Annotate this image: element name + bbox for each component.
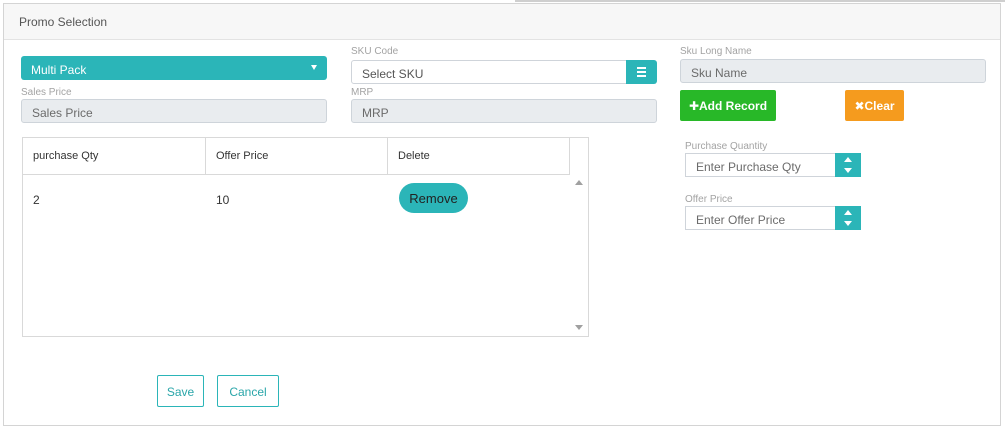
panel-title: Promo Selection	[19, 15, 108, 29]
menu-icon	[637, 67, 646, 69]
decrement-icon[interactable]	[844, 168, 852, 173]
sku-code-label: SKU Code	[351, 46, 399, 57]
increment-icon[interactable]	[844, 210, 852, 215]
add-record-label: Add Record	[699, 99, 768, 113]
sku-long-name-label: Sku Long Name	[680, 46, 752, 57]
clear-button[interactable]: ✖Clear	[845, 90, 904, 121]
offer-price-input[interactable]: Enter Offer Price	[685, 206, 837, 230]
mrp-label: MRP	[351, 87, 374, 98]
scroll-up-icon[interactable]	[575, 180, 583, 185]
promo-type-selected: Multi Pack	[31, 63, 87, 77]
remove-button[interactable]: Remove	[399, 183, 468, 213]
table-header: purchase Qty Offer Price Delete	[23, 138, 570, 175]
purchase-quantity-label: Purchase Quantity	[685, 141, 768, 152]
offer-price-stepper[interactable]	[835, 206, 861, 230]
promo-type-select[interactable]: Multi Pack	[21, 56, 327, 80]
decrement-icon[interactable]	[844, 221, 852, 226]
purchase-quantity-input[interactable]: Enter Purchase Qty	[685, 153, 837, 177]
add-record-button[interactable]: ✚Add Record	[680, 90, 776, 121]
column-offer-price: Offer Price	[206, 138, 388, 174]
sales-price-input: Sales Price	[21, 99, 327, 123]
sku-code-placeholder: Select SKU	[362, 67, 424, 81]
top-strip	[515, 0, 1005, 2]
table-scrollbar[interactable]	[570, 174, 588, 336]
mrp-placeholder: MRP	[362, 106, 389, 120]
sales-price-placeholder: Sales Price	[32, 106, 93, 120]
purchase-quantity-stepper[interactable]	[835, 153, 861, 177]
column-purchase-qty: purchase Qty	[23, 138, 206, 174]
increment-icon[interactable]	[844, 157, 852, 162]
sales-price-label: Sales Price	[21, 87, 72, 98]
clear-label: Clear	[864, 99, 895, 113]
sku-long-name-placeholder: Sku Name	[691, 66, 748, 80]
save-button[interactable]: Save	[157, 375, 204, 407]
cell-offer-price: 10	[216, 193, 230, 207]
purchase-quantity-placeholder: Enter Purchase Qty	[696, 160, 801, 174]
caret-down-icon	[311, 65, 317, 70]
header-corner	[570, 138, 588, 174]
sku-long-name-input: Sku Name	[680, 59, 986, 83]
x-icon: ✖	[854, 99, 865, 113]
promo-table: purchase Qty Offer Price Delete 2 10 Rem…	[22, 137, 589, 337]
offer-price-placeholder: Enter Offer Price	[696, 213, 786, 227]
offer-price-label: Offer Price	[685, 194, 733, 205]
panel-header: Promo Selection	[4, 4, 1000, 40]
sku-code-input[interactable]: Select SKU	[351, 60, 627, 84]
promo-selection-panel: Promo Selection Multi Pack SKU Code Sele…	[3, 3, 1001, 426]
cell-purchase-qty: 2	[33, 193, 40, 207]
scroll-down-icon[interactable]	[575, 325, 583, 330]
mrp-input: MRP	[351, 99, 657, 123]
cancel-button[interactable]: Cancel	[217, 375, 279, 407]
sku-list-button[interactable]	[626, 60, 657, 84]
column-delete: Delete	[388, 138, 570, 174]
plus-icon: ✚	[688, 99, 700, 113]
